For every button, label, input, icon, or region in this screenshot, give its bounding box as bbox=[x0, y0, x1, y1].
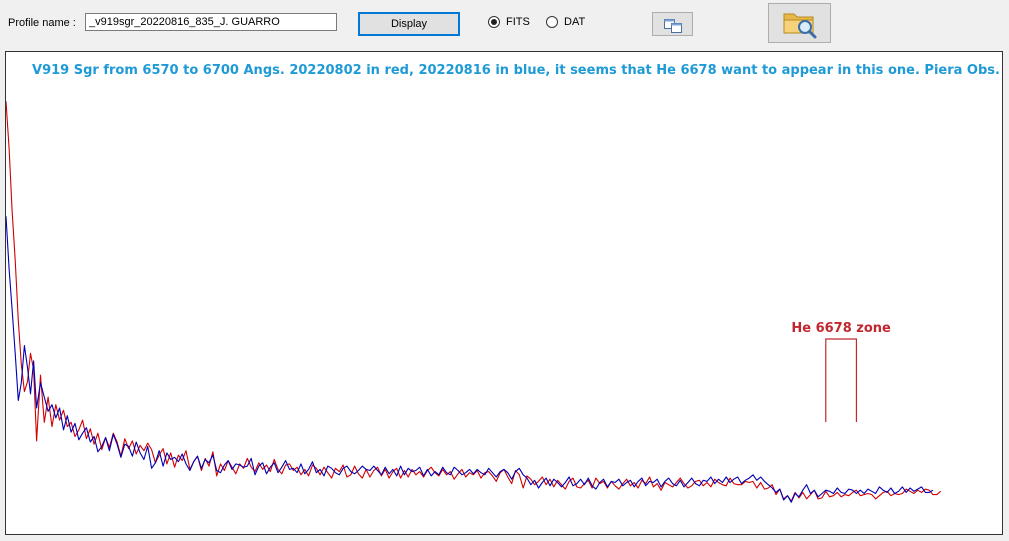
profile-name-input[interactable] bbox=[85, 13, 337, 31]
copy-windows-icon bbox=[663, 18, 682, 33]
annotation-layer: He 6678 zone bbox=[791, 321, 891, 422]
spectrum-chart: V919 Sgr from 6570 to 6700 Angs. 2022080… bbox=[6, 63, 1000, 503]
series-line-red bbox=[6, 101, 942, 502]
radio-fits-indicator[interactable] bbox=[488, 16, 500, 28]
folder-search-icon bbox=[783, 13, 816, 39]
radio-fits-label: FITS bbox=[506, 16, 530, 28]
open-file-button[interactable] bbox=[768, 3, 831, 43]
profile-name-label: Profile name : bbox=[8, 17, 76, 29]
he-zone-bracket bbox=[825, 338, 858, 422]
series-layer bbox=[6, 101, 942, 503]
display-button[interactable]: Display bbox=[358, 12, 460, 36]
radio-fits[interactable]: FITS bbox=[488, 16, 530, 28]
chart-title: V919 Sgr from 6570 to 6700 Angs. 2022080… bbox=[32, 63, 1000, 78]
radio-dat-indicator[interactable] bbox=[546, 16, 558, 28]
radio-dat[interactable]: DAT bbox=[546, 16, 585, 28]
series-line-blue bbox=[6, 216, 934, 503]
spectrum-plot[interactable]: V919 Sgr from 6570 to 6700 Angs. 2022080… bbox=[5, 51, 1003, 535]
radio-dat-label: DAT bbox=[564, 16, 586, 28]
he-zone-label: He 6678 zone bbox=[791, 321, 891, 336]
copy-button[interactable] bbox=[652, 12, 693, 36]
